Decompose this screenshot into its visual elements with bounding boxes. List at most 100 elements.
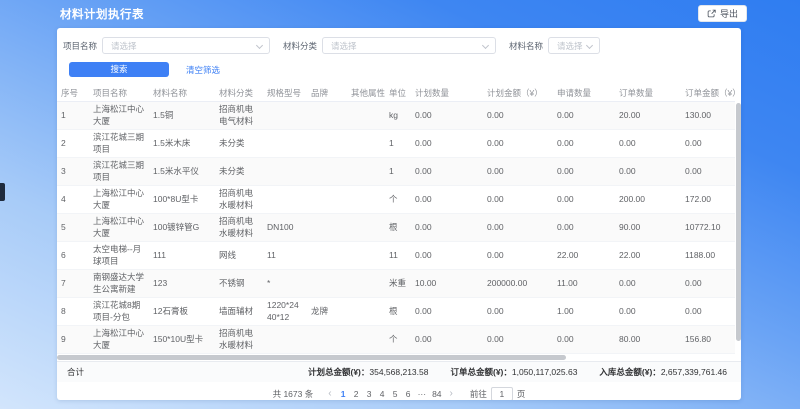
cell-seq: 7 [57,270,89,298]
cell-material-category: 网线 [215,242,263,270]
cell-order-qty: 90.00 [615,214,681,242]
cell-plan-qty: 0.00 [411,298,483,326]
cell-order-qty: 22.00 [615,242,681,270]
cell-request-qty: 0.00 [553,214,615,242]
cell-unit: 个 [385,326,411,354]
cell-spec-model: DN100 [263,214,307,242]
column-header: 项目名称 [89,85,149,102]
export-icon [707,9,716,18]
table-row[interactable]: 9 上海松江中心大厦 150*10U型卡 招商机电 水暖材料 个 0.00 0.… [57,326,735,354]
cell-other-attrs [347,242,385,270]
table-row[interactable]: 3 滨江花城三期项目 1.5米水平仪 未分类 1 0.00 0.00 0.00 … [57,158,735,186]
cell-spec-model: * [263,270,307,298]
cell-other-attrs [347,214,385,242]
filter-group: 项目名称 请选择 [63,37,270,54]
column-header: 其他属性 [347,85,385,102]
cell-order-qty: 0.00 [615,270,681,298]
cell-unit: 米重 [385,270,411,298]
cell-seq: 8 [57,298,89,326]
cell-material-name: 1.5米水平仪 [149,158,215,186]
goto-suffix: 页 [517,388,526,400]
cell-seq: 6 [57,242,89,270]
vertical-scrollbar[interactable] [736,103,741,341]
table-row[interactable]: 5 上海松江中心大厦 100镀锌管G 招商机电 水暖材料 DN100 根 0.0… [57,214,735,242]
cell-project-name: 滨江花城三期项目 [89,130,149,158]
select-placeholder: 请选择 [557,40,583,52]
chevron-down-icon [586,42,593,49]
horizontal-scrollbar-thumb[interactable] [57,355,566,360]
filter-label: 项目名称 [63,40,97,52]
cell-project-name: 上海松江中心大厦 [89,186,149,214]
column-header: 订单数量 [615,85,681,102]
main-panel: 项目名称 请选择 材料分类 请选择 材料名称 请选择 [57,28,741,400]
cell-material-category: 墙面辅材 [215,298,263,326]
page-list: 1 2 3 4 5 6 ··· 84 [337,389,445,399]
cell-plan-qty: 0.00 [411,242,483,270]
cell-request-qty: 1.00 [553,298,615,326]
cell-plan-qty: 0.00 [411,102,483,130]
cell-order-qty: 0.00 [615,158,681,186]
cell-order-qty: 0.00 [615,130,681,158]
cell-request-qty: 0.00 [553,130,615,158]
cell-material-category: 招商机电 水暖材料 [215,186,263,214]
title-bar: 材料计划执行表 导出 [0,0,800,28]
cell-request-qty: 11.00 [553,270,615,298]
summary-total-item: 计划总金额(¥)：354,568,213.58 [308,366,428,378]
cell-request-qty: 0.00 [553,326,615,354]
page-number[interactable]: 6 [402,389,415,399]
column-header: 品牌 [307,85,347,102]
page-title: 材料计划执行表 [60,6,144,22]
cell-plan-amount: 0.00 [483,214,553,242]
cell-spec-model [263,326,307,354]
materials-table: 序号 项目名称 材料名称 材料分类 规格型号 品牌 其他属性 单位 [57,85,735,354]
cell-plan-qty: 10.00 [411,270,483,298]
cell-request-qty: 0.00 [553,186,615,214]
prev-page-icon[interactable]: ‹ [323,389,336,399]
search-button[interactable]: 搜索 [69,62,169,77]
horizontal-scrollbar[interactable] [57,355,727,360]
page-number[interactable]: 3 [363,389,376,399]
select-placeholder: 请选择 [331,40,357,52]
cell-brand [307,326,347,354]
table-row[interactable]: 7 南钢盛达大学生公寓新建 123 不锈钢 * 米重 10.00 200000.… [57,270,735,298]
clear-filters-link[interactable]: 清空筛选 [186,64,220,76]
column-header: 序号 [57,85,89,102]
cell-spec-model [263,130,307,158]
cell-project-name: 上海松江中心大厦 [89,102,149,130]
page-number[interactable]: 4 [376,389,389,399]
cell-material-name: 1.5米木床 [149,130,215,158]
table-row[interactable]: 1 上海松江中心大厦 1.5铜 招商机电 电气材料 kg 0.00 0.00 0… [57,102,735,130]
cell-plan-amount: 0.00 [483,298,553,326]
summary-total-label: 入库总金额(¥)： [599,367,660,377]
cell-brand [307,102,347,130]
sidebar-collapse-handle[interactable] [0,183,5,201]
pagination-bar: 共 1673 条 ‹ 1 2 3 4 5 6 ··· 84 › 前往 [57,382,741,400]
page-number[interactable]: 84 [429,389,444,399]
page-number[interactable]: 2 [350,389,363,399]
cell-material-name: 100*8U型卡 [149,186,215,214]
table-container: 序号 项目名称 材料名称 材料分类 规格型号 品牌 其他属性 单位 [57,85,741,360]
filter-select[interactable]: 请选择 [548,37,600,54]
cell-seq: 1 [57,102,89,130]
page-number[interactable]: 1 [337,389,350,399]
next-page-icon[interactable]: › [445,389,458,399]
table-row[interactable]: 6 太空电梯--月球项目 111 网线 11 11 0.00 0.00 22.0… [57,242,735,270]
table-row[interactable]: 4 上海松江中心大厦 100*8U型卡 招商机电 水暖材料 个 0.00 0.0… [57,186,735,214]
table-row[interactable]: 8 滨江花城8期项目-分包 12石膏板 墙面辅材 1220*2440*12 龙牌… [57,298,735,326]
table-row[interactable]: 2 滨江花城三期项目 1.5米木床 未分类 1 0.00 0.00 0.00 0… [57,130,735,158]
filter-select[interactable]: 请选择 [102,37,270,54]
cell-material-name: 12石膏板 [149,298,215,326]
cell-material-category: 未分类 [215,130,263,158]
page-number[interactable]: ··· [415,389,430,399]
cell-request-qty: 0.00 [553,158,615,186]
cell-unit: 根 [385,214,411,242]
cell-spec-model: 11 [263,242,307,270]
goto-page-input[interactable] [491,387,513,401]
export-button[interactable]: 导出 [698,5,747,22]
page-number[interactable]: 5 [389,389,402,399]
cell-project-name: 滨江花城8期项目-分包 [89,298,149,326]
cell-material-category: 未分类 [215,158,263,186]
cell-material-category: 招商机电 电气材料 [215,102,263,130]
filter-select[interactable]: 请选择 [322,37,496,54]
cell-plan-amount: 0.00 [483,242,553,270]
